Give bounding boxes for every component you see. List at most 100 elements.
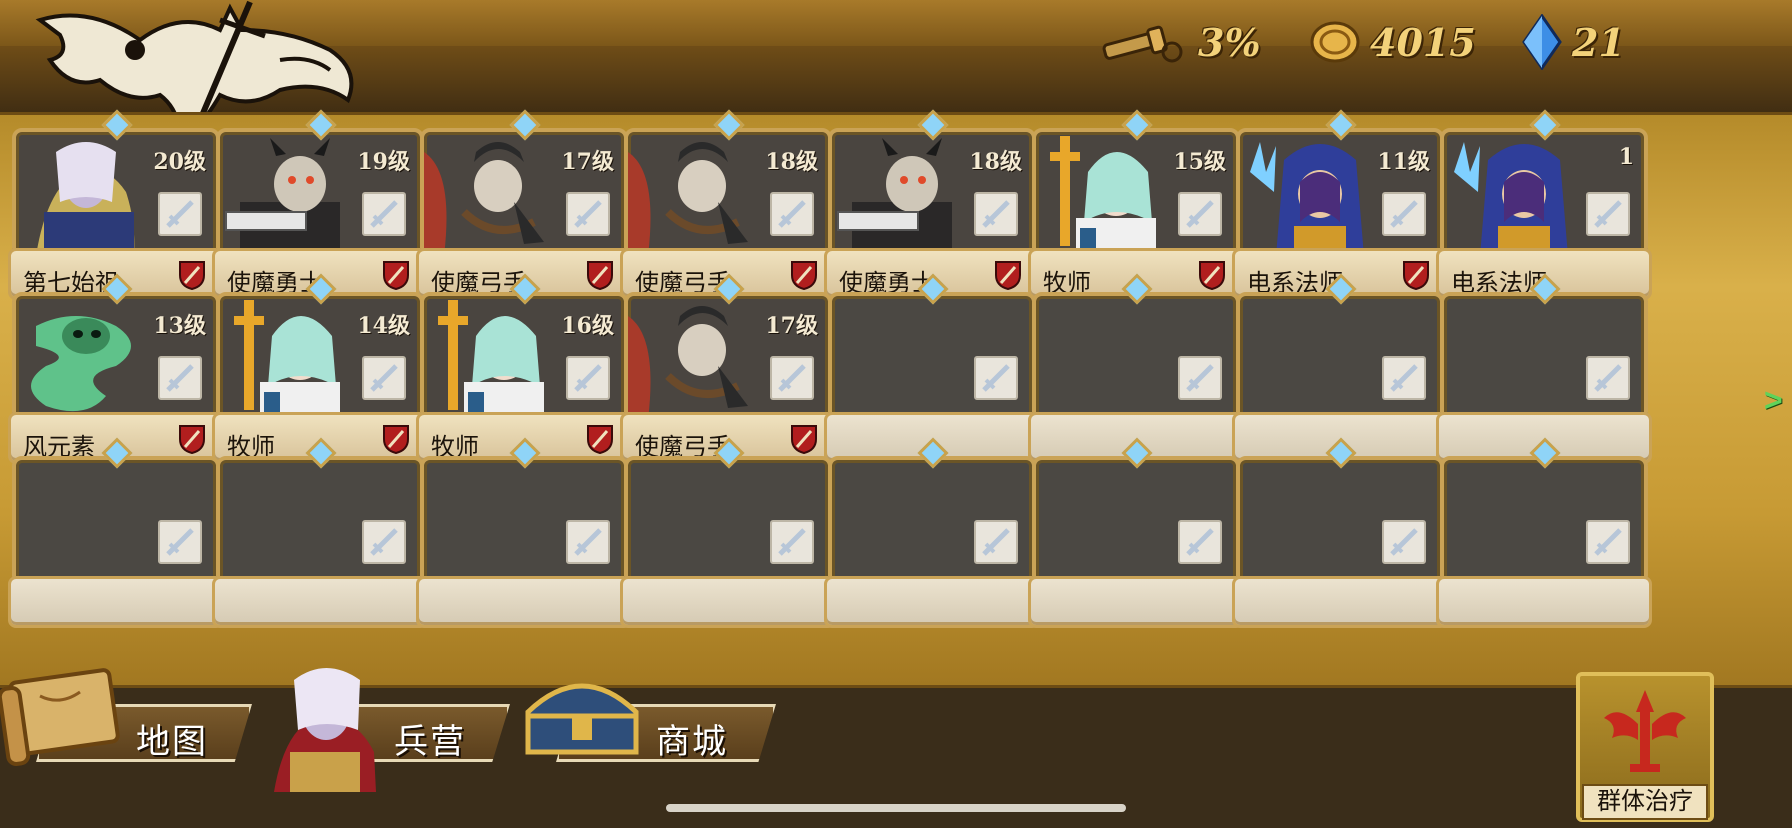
roster-grid: 20级 第七始祖 19级 使魔勇士 17级 使魔弓手 18级 使魔弓手 18级 … [8, 109, 1792, 678]
unit-nameplate [8, 576, 224, 628]
unit-nameplate [1436, 576, 1652, 628]
sword-icon [1390, 364, 1418, 392]
priest-portrait-icon [1050, 136, 1156, 254]
unit-nameplate [824, 576, 1040, 628]
portrait-frame [1440, 292, 1648, 422]
sword-icon [574, 364, 602, 392]
weapon-slot[interactable] [974, 192, 1018, 236]
priest-portrait-icon [438, 300, 544, 418]
portrait-frame [624, 456, 832, 586]
weapon-slot[interactable] [566, 192, 610, 236]
weapon-slot[interactable] [974, 356, 1018, 400]
sword-icon [166, 200, 194, 228]
sword-icon [1390, 528, 1418, 556]
demon-archer-portrait-icon [628, 306, 748, 418]
portrait-frame: 20级 [12, 128, 220, 258]
empty-slot[interactable] [416, 437, 632, 634]
portrait-frame [1032, 292, 1240, 422]
map-button[interactable]: 地图 [0, 662, 260, 802]
shield-icon [791, 425, 817, 455]
weapon-slot[interactable] [1586, 192, 1630, 236]
home-indicator[interactable] [666, 804, 1126, 812]
portrait-frame: 11级 [1236, 128, 1444, 258]
weapon-slot[interactable] [1178, 356, 1222, 400]
weapon-slot[interactable] [158, 192, 202, 236]
shop-button[interactable]: 商城 [516, 662, 780, 802]
weapon-slot[interactable] [770, 192, 814, 236]
sword-icon [982, 364, 1010, 392]
empty-slot[interactable] [212, 437, 428, 634]
sword-icon [1390, 200, 1418, 228]
weapon-slot[interactable] [362, 520, 406, 564]
resource-scope: 3% [1100, 12, 1261, 72]
weapon-slot[interactable] [1586, 356, 1630, 400]
weapon-slot[interactable] [158, 356, 202, 400]
sword-icon [1186, 528, 1214, 556]
unit-nameplate [416, 576, 632, 628]
weapon-slot[interactable] [1382, 192, 1426, 236]
sword-icon [1594, 364, 1622, 392]
portrait-frame: 16级 [420, 292, 628, 422]
weapon-slot[interactable] [362, 192, 406, 236]
weapon-slot[interactable] [158, 520, 202, 564]
shield-icon [995, 261, 1021, 291]
empty-slot[interactable] [8, 437, 224, 634]
sword-icon [370, 364, 398, 392]
weapon-slot[interactable] [1382, 520, 1426, 564]
sword-icon [574, 200, 602, 228]
next-page-arrow-icon[interactable]: > [1764, 382, 1783, 419]
weapon-slot[interactable] [974, 520, 1018, 564]
shield-icon [791, 261, 817, 291]
weapon-slot[interactable] [1586, 520, 1630, 564]
portrait-frame: 17级 [420, 128, 628, 258]
shop-label: 商城 [656, 723, 728, 761]
unit-nameplate [212, 576, 428, 628]
shield-icon [1199, 261, 1225, 291]
weapon-slot[interactable] [362, 356, 406, 400]
weapon-slot[interactable] [770, 520, 814, 564]
vampire-lord-portrait-icon [36, 142, 135, 254]
unit-level: 18级 [765, 149, 818, 175]
portrait-frame: 17级 [624, 292, 832, 422]
weapon-slot[interactable] [1382, 356, 1426, 400]
demon-archer-portrait-icon [424, 142, 544, 254]
portrait-frame [828, 292, 1036, 422]
portrait-frame [828, 456, 1036, 586]
unit-nameplate [1232, 576, 1448, 628]
weapon-slot[interactable] [566, 520, 610, 564]
portrait-frame: 19级 [216, 128, 424, 258]
empty-slot[interactable] [1436, 437, 1652, 634]
sword-icon [1186, 200, 1214, 228]
mass-heal-label: 群体治疗 [1582, 784, 1708, 820]
unit-nameplate [620, 576, 836, 628]
vampire-lord-avatar-icon [274, 668, 376, 792]
mass-heal-skill-button[interactable]: 群体治疗 [1576, 672, 1714, 822]
weapon-slot[interactable] [770, 356, 814, 400]
unit-level: 19级 [357, 149, 410, 175]
portrait-frame [12, 456, 220, 586]
unit-level: 1 [1618, 144, 1634, 170]
empty-slot[interactable] [1028, 437, 1244, 634]
gold-value: 4015 [1370, 19, 1476, 65]
empty-slot[interactable] [1232, 437, 1448, 634]
weapon-slot[interactable] [1178, 520, 1222, 564]
portrait-frame [420, 456, 628, 586]
demon-warrior-portrait-icon [837, 138, 952, 254]
gold-coin-icon [1310, 21, 1360, 63]
portrait-frame: 13级 [12, 292, 220, 422]
sword-icon [982, 200, 1010, 228]
weapon-slot[interactable] [566, 356, 610, 400]
unit-level: 18级 [969, 149, 1022, 175]
unit-level: 14级 [357, 313, 410, 339]
weapon-slot[interactable] [1178, 192, 1222, 236]
barracks-button[interactable]: 兵营 [258, 662, 518, 802]
portrait-frame: 15级 [1032, 128, 1240, 258]
sword-icon [166, 364, 194, 392]
sword-icon [778, 200, 806, 228]
map-scroll-icon [0, 668, 120, 766]
empty-slot[interactable] [620, 437, 836, 634]
unit-level: 15级 [1173, 149, 1226, 175]
empty-slot[interactable] [824, 437, 1040, 634]
unit-level: 13级 [153, 313, 206, 339]
portrait-frame [1236, 292, 1444, 422]
